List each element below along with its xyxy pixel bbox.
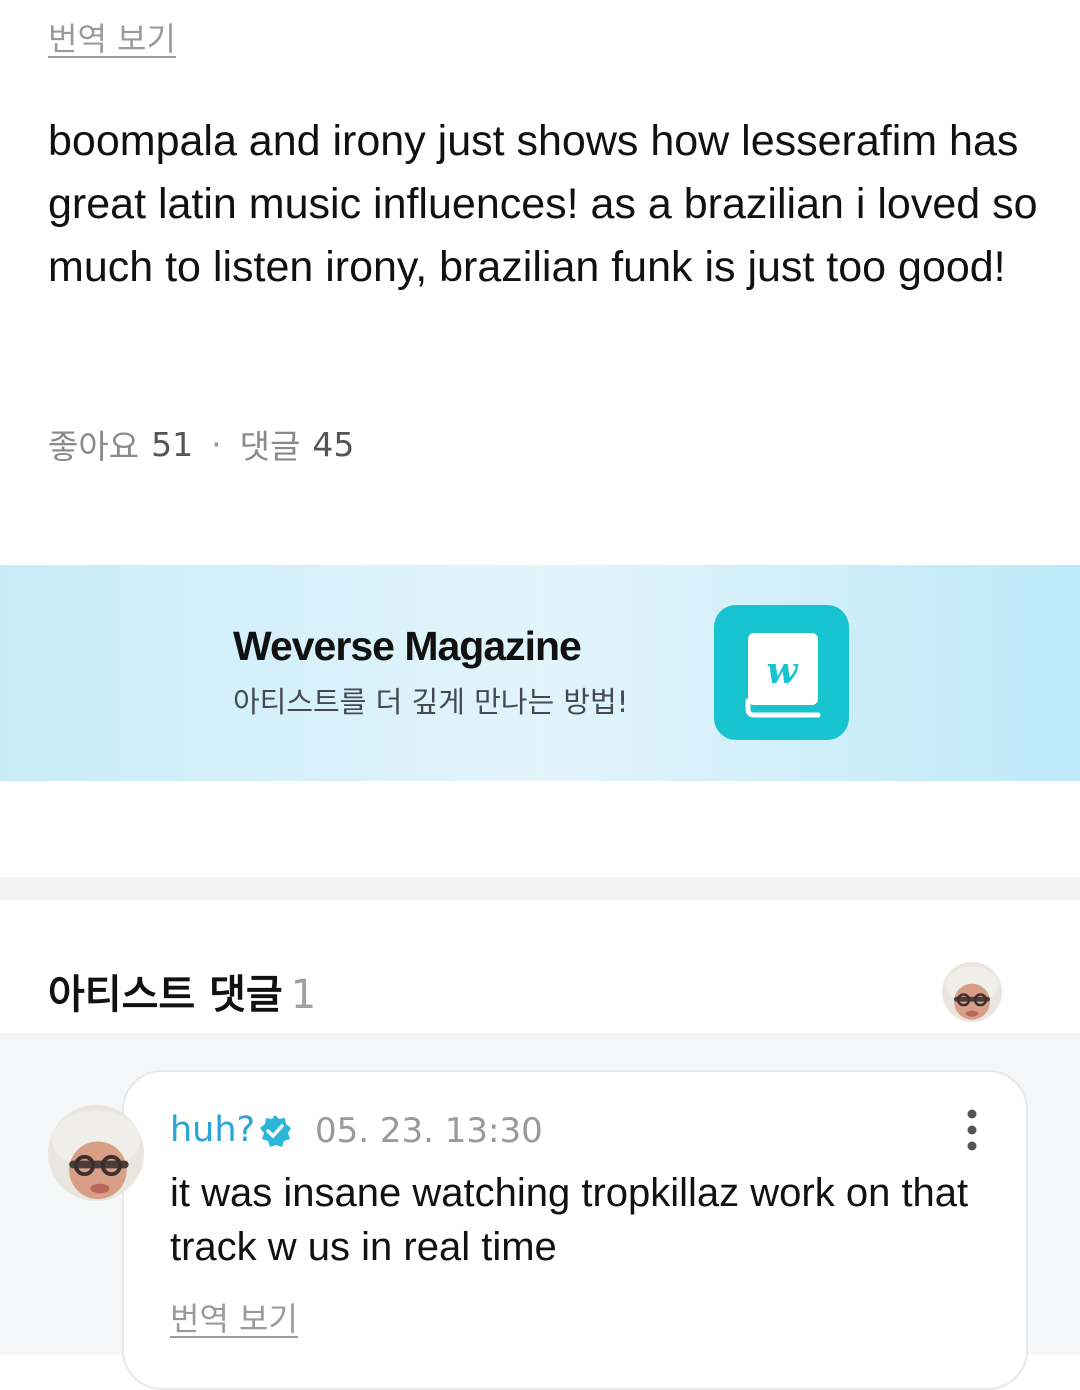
stats-separator: · xyxy=(211,424,222,464)
comment-author[interactable]: huh? xyxy=(170,1110,255,1150)
post-body-text: boompala and irony just shows how lesser… xyxy=(48,117,1038,291)
comment-text: it was insane watching tropkillaz work o… xyxy=(170,1171,969,1269)
artist-comments-label: 아티스트 댓글 xyxy=(48,972,283,1018)
comments-label[interactable]: 댓글 xyxy=(240,420,301,468)
banner-title: Weverse Magazine xyxy=(233,623,582,669)
banner-subtitle: 아티스트를 더 깊게 만나는 방법! xyxy=(233,685,629,719)
comment-author-avatar[interactable] xyxy=(48,1105,144,1201)
comments-count: 45 xyxy=(312,424,355,464)
weverse-magazine-book-icon: w xyxy=(714,605,849,740)
post-stats: 좋아요 51 · 댓글 45 xyxy=(48,420,354,468)
comment-translate-button[interactable]: 번역 보기 xyxy=(170,1294,298,1340)
artist-comments-count: 1 xyxy=(290,972,317,1018)
svg-text:w: w xyxy=(767,650,800,692)
likes-count: 51 xyxy=(151,424,194,464)
comment-card: huh? 05. 23. 13:30 it was insane watchin… xyxy=(122,1070,1028,1390)
weverse-magazine-banner[interactable]: Weverse Magazine 아티스트를 더 깊게 만나는 방법! w xyxy=(0,565,1080,781)
more-options-icon[interactable] xyxy=(950,1108,994,1152)
artist-avatar[interactable] xyxy=(942,962,1002,1022)
comment-timestamp: 05. 23. 13:30 xyxy=(315,1111,543,1151)
artist-comments-title: 아티스트 댓글 1 xyxy=(48,962,316,1020)
likes-label[interactable]: 좋아요 xyxy=(48,420,139,468)
verified-badge-icon xyxy=(258,1114,292,1148)
section-divider xyxy=(0,877,1080,900)
translate-button[interactable]: 번역 보기 xyxy=(48,14,176,60)
